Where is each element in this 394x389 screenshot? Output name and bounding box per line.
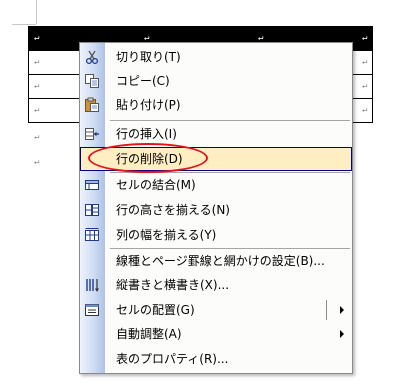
- menu-item-label: 列の幅を揃える(Y): [116, 228, 217, 242]
- menu-item-insert-rows[interactable]: 行の挿入(I): [80, 122, 352, 146]
- distribute-columns-icon: [84, 227, 100, 243]
- cell-alignment-icon: [84, 302, 100, 318]
- menu-item-copy[interactable]: コピー(C): [80, 69, 352, 93]
- submenu-arrow-icon: [340, 306, 344, 314]
- menu-item-distribute-columns[interactable]: 列の幅を揃える(Y): [80, 223, 352, 247]
- paragraph-mark: ↵: [34, 57, 40, 67]
- menu-item-label: 行の高さを揃える(N): [116, 203, 230, 217]
- paragraph-mark: ↵: [34, 81, 40, 91]
- menu-item-merge-cells[interactable]: セルの結合(M): [80, 173, 352, 197]
- menu-item-borders-shading[interactable]: 線種とページ罫線と網かけの設定(B)...: [80, 249, 352, 273]
- menu-item-label: 縦書きと横書き(X)...: [116, 278, 230, 292]
- submenu-arrow-icon: [340, 330, 344, 338]
- paragraph-mark: ↵: [362, 81, 368, 91]
- menu-item-cut[interactable]: 切り取り(T): [80, 45, 352, 69]
- paste-icon: [84, 97, 100, 113]
- menu-item-text-direction[interactable]: 縦書きと横書き(X)...: [80, 273, 352, 297]
- paragraph-mark: ↵: [34, 33, 40, 43]
- menu-item-paste[interactable]: 貼り付け(P): [80, 93, 352, 117]
- menu-item-table-properties[interactable]: 表のプロパティ(R)...: [80, 347, 352, 371]
- menu-item-label: 線種とページ罫線と網かけの設定(B)...: [116, 254, 325, 268]
- scissors-icon: [84, 49, 100, 65]
- insert-rows-icon: [84, 126, 100, 142]
- menu-item-label: 自動調整(A): [116, 327, 182, 341]
- merge-cells-icon: [84, 177, 100, 193]
- menu-item-label: セルの結合(M): [116, 178, 196, 192]
- submenu-separator: [326, 300, 327, 320]
- menu-item-label: 貼り付け(P): [116, 98, 181, 112]
- paragraph-mark: ↵: [34, 157, 40, 167]
- copy-icon: [84, 73, 100, 89]
- table-border: [28, 26, 29, 123]
- paragraph-mark: ↵: [362, 57, 368, 67]
- margin-guide: [12, 24, 36, 25]
- text-direction-icon: [84, 277, 100, 293]
- table-context-menu: 切り取り(T) コピー(C) 貼り付け(P) 行の挿入(I) 行の削除(D) セ…: [79, 42, 353, 374]
- menu-item-label: セルの配置(G): [116, 303, 195, 317]
- menu-item-label: 表のプロパティ(R)...: [116, 352, 229, 366]
- distribute-rows-icon: [84, 202, 100, 218]
- paragraph-mark: ↵: [34, 132, 40, 142]
- paragraph-mark: ↵: [362, 105, 368, 115]
- paragraph-mark: ↵: [34, 105, 40, 115]
- menu-item-autofit[interactable]: 自動調整(A): [80, 322, 352, 346]
- menu-item-label: 切り取り(T): [116, 50, 181, 64]
- menu-separator: [110, 120, 350, 121]
- menu-item-cell-alignment[interactable]: セルの配置(G): [80, 298, 352, 322]
- annotation-ellipse: [88, 143, 208, 173]
- menu-item-distribute-rows[interactable]: 行の高さを揃える(N): [80, 198, 352, 222]
- menu-item-label: コピー(C): [116, 74, 170, 88]
- paragraph-mark: ↵: [362, 33, 368, 43]
- table-border: [372, 26, 373, 123]
- margin-guide: [36, 0, 37, 24]
